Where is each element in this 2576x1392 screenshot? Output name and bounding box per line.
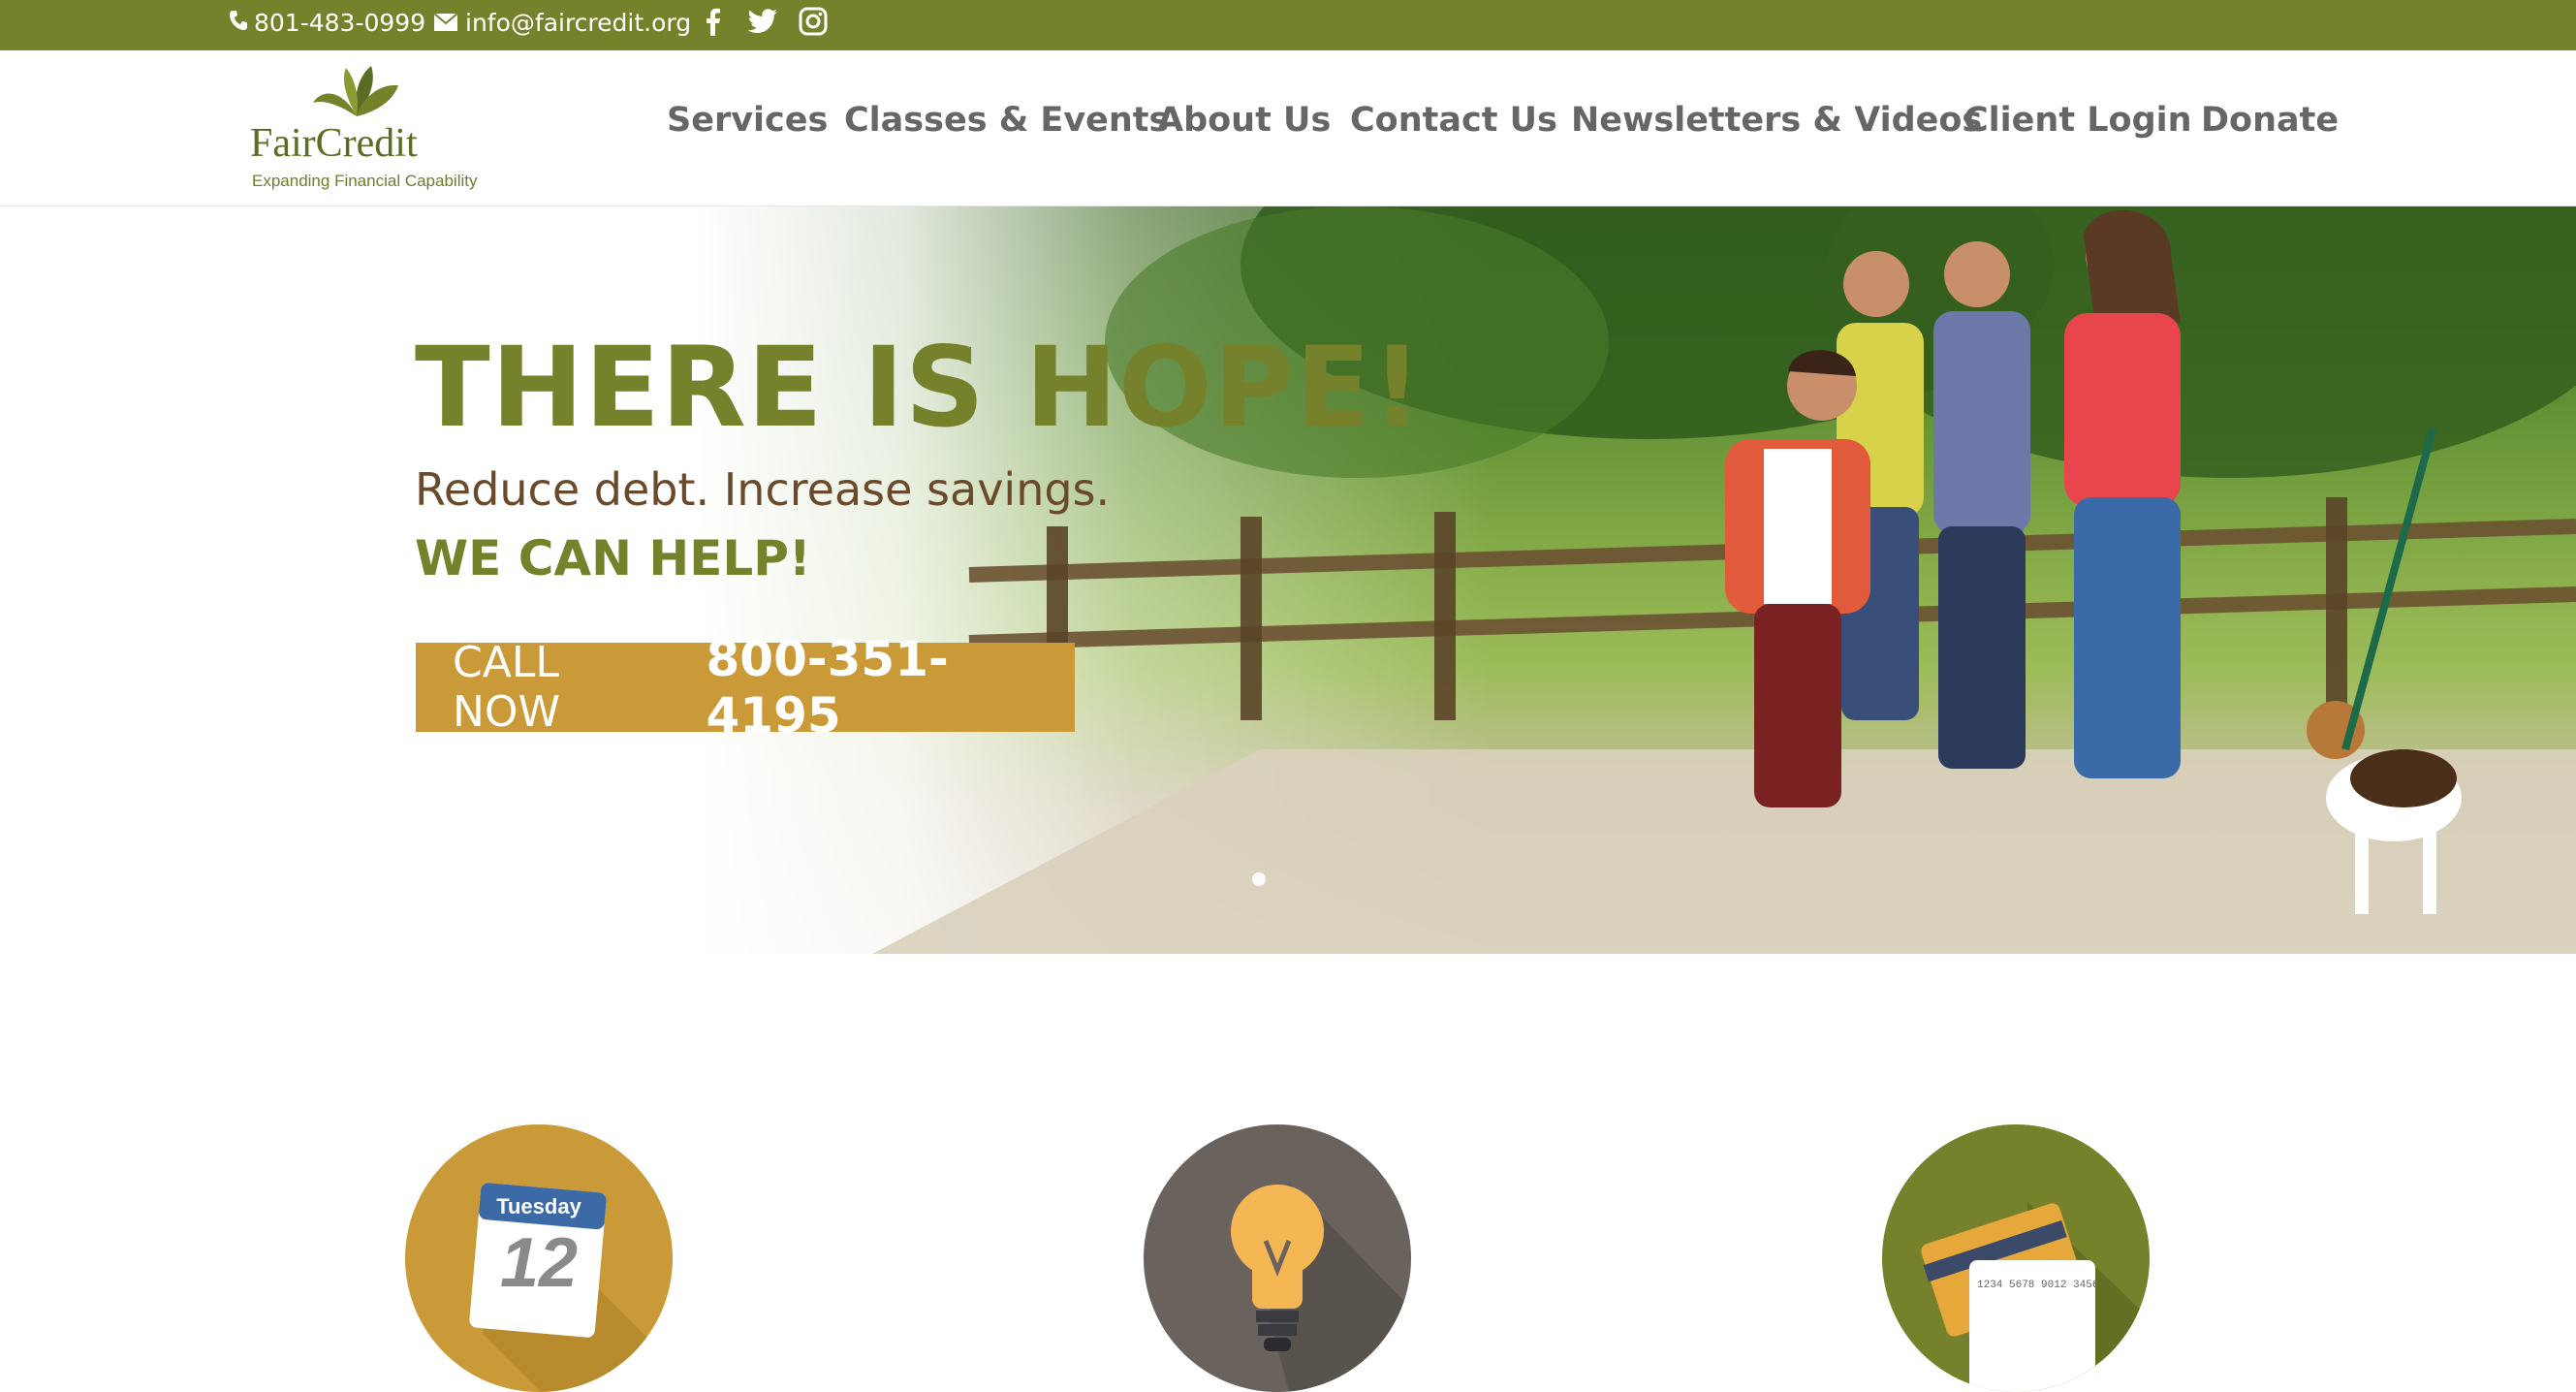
- phone-number: 801-483-0999: [254, 8, 426, 37]
- email-link[interactable]: info@faircredit.org: [433, 0, 692, 45]
- calendar-date: 12: [499, 1224, 579, 1302]
- nav-services[interactable]: Services: [667, 101, 828, 140]
- phone-link[interactable]: 801-483-0999: [229, 0, 425, 45]
- credit-card-icon: [1921, 1202, 2150, 1392]
- lightbulb-icon: [1231, 1183, 1411, 1392]
- nav-client-login[interactable]: Client Login: [1963, 101, 2192, 140]
- card-number: 1234 5678 9012 3456: [1977, 1280, 2099, 1291]
- hero-subline: Reduce debt. Increase savings.: [415, 463, 1111, 516]
- leaf-icon: [313, 66, 398, 116]
- faircredit-logo[interactable]: FairCredit Expanding Financial Capabilit…: [250, 60, 477, 190]
- credit-card-feature-circle[interactable]: [1882, 1124, 2150, 1392]
- hero-tagline: WE CAN HELP!: [415, 530, 811, 586]
- email-address: info@faircredit.org: [465, 8, 692, 37]
- nav-donate[interactable]: Donate: [2201, 101, 2339, 140]
- instagram-icon[interactable]: [797, 4, 830, 39]
- phone-icon: [229, 9, 248, 37]
- cta-label: CALL NOW: [453, 638, 561, 737]
- nav-about-us[interactable]: About Us: [1157, 101, 1331, 140]
- calendar-day: Tuesday: [496, 1194, 581, 1218]
- nav-newsletters-videos[interactable]: Newsletters & Videos: [1571, 101, 1982, 140]
- site-header: FairCredit Expanding Financial Capabilit…: [0, 50, 2576, 207]
- envelope-icon: [433, 9, 458, 37]
- slider-dot[interactable]: [1252, 872, 1266, 886]
- facebook-icon[interactable]: [696, 4, 729, 39]
- logo-tagline: Expanding Financial Capability: [252, 172, 478, 190]
- nav-classes-events[interactable]: Classes & Events: [844, 101, 1169, 140]
- hero-headline: THERE IS HOPE!: [415, 323, 1424, 452]
- call-now-button[interactable]: CALL NOW 800-351-4195: [416, 631, 1075, 743]
- top-bar: 801-483-0999 info@faircredit.org: [0, 0, 2576, 50]
- hero-photo: [872, 206, 2576, 954]
- twitter-icon[interactable]: [746, 4, 779, 39]
- nav-contact-us[interactable]: Contact Us: [1350, 101, 1557, 140]
- lightbulb-feature-circle[interactable]: [1144, 1124, 1411, 1392]
- logo-brand: FairCredit: [250, 121, 418, 166]
- cta-phone-number: 800-351-4195: [706, 631, 949, 743]
- hero-slider: THERE IS HOPE! Reduce debt. Increase sav…: [0, 206, 2576, 954]
